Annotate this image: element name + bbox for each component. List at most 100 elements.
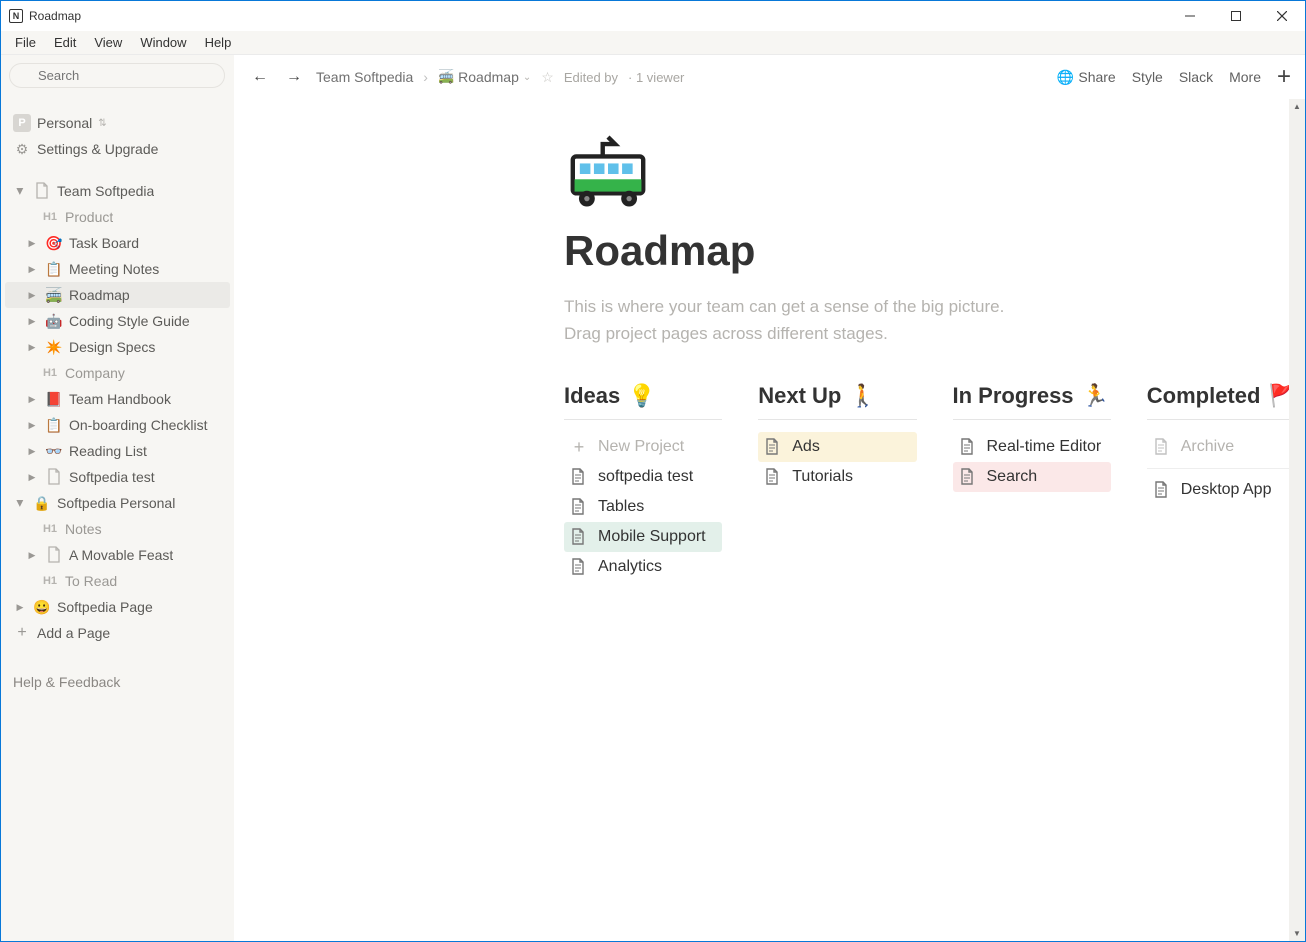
- sidebar-item-reading-list[interactable]: ▶ 👓 Reading List: [5, 438, 230, 464]
- column-header-nextup[interactable]: Next Up 🚶: [758, 383, 916, 420]
- share-button[interactable]: 🌐 Share: [1057, 69, 1116, 86]
- new-page-button[interactable]: +: [1277, 63, 1291, 91]
- breadcrumb-roadmap[interactable]: 🚎 Roadmap ⌄: [438, 69, 531, 85]
- breadcrumb-team[interactable]: Team Softpedia: [316, 69, 413, 85]
- book-icon: 📕: [45, 390, 63, 408]
- chevron-right-icon[interactable]: ▶: [25, 472, 39, 483]
- sidebar-item-roadmap[interactable]: ▶ 🚎 Roadmap: [5, 282, 230, 308]
- sidebar-item-label: Company: [65, 365, 125, 381]
- page-title[interactable]: Roadmap: [564, 227, 1305, 275]
- chevron-down-icon: ⌄: [523, 72, 531, 83]
- window-title: Roadmap: [29, 9, 81, 23]
- page-icon: [1153, 438, 1171, 456]
- sidebar-item-team-handbook[interactable]: ▶ 📕 Team Handbook: [5, 386, 230, 412]
- scroll-down-icon[interactable]: ▼: [1290, 926, 1304, 940]
- h1-icon: H1: [41, 211, 59, 223]
- slack-button[interactable]: Slack: [1179, 69, 1213, 85]
- chevron-right-icon[interactable]: ▶: [25, 550, 39, 561]
- chevron-right-icon[interactable]: ▶: [13, 602, 27, 613]
- sidebar-item-coding-style[interactable]: ▶ 🤖 Coding Style Guide: [5, 308, 230, 334]
- menu-help[interactable]: Help: [197, 33, 240, 52]
- card-ads[interactable]: Ads: [758, 432, 916, 462]
- sidebar-item-softpedia-test[interactable]: ▶ Softpedia test: [5, 464, 230, 490]
- help-feedback[interactable]: Help & Feedback: [5, 674, 230, 690]
- h1-icon: H1: [41, 367, 59, 379]
- column-title: Next Up: [758, 383, 841, 409]
- search-input[interactable]: [9, 63, 225, 88]
- settings-label: Settings & Upgrade: [37, 141, 158, 157]
- plus-icon: +: [570, 437, 588, 458]
- card-realtime-editor[interactable]: Real-time Editor: [953, 432, 1111, 462]
- sidebar-item-team-softpedia[interactable]: ▶ Team Softpedia: [5, 178, 230, 204]
- menu-bar: File Edit View Window Help: [1, 31, 1305, 55]
- add-page[interactable]: + Add a Page: [5, 620, 230, 646]
- chevron-right-icon[interactable]: ▶: [25, 446, 39, 457]
- scroll-up-icon[interactable]: ▲: [1290, 99, 1304, 113]
- app-icon: N: [9, 9, 23, 23]
- chevron-right-icon[interactable]: ▶: [25, 290, 39, 301]
- sidebar-item-label: On-boarding Checklist: [69, 417, 208, 433]
- column-in-progress: In Progress 🏃 Real-time Editor Search: [953, 383, 1111, 582]
- settings-upgrade[interactable]: ⚙ Settings & Upgrade: [5, 136, 230, 162]
- new-project-button[interactable]: + New Project: [564, 432, 722, 462]
- menu-view[interactable]: View: [86, 33, 130, 52]
- card-softpedia-test[interactable]: softpedia test: [564, 462, 722, 492]
- page-icon: [33, 182, 51, 200]
- sidebar-item-label: Softpedia Personal: [57, 495, 175, 511]
- card-analytics[interactable]: Analytics: [564, 552, 722, 582]
- add-page-label: Add a Page: [37, 625, 110, 641]
- card-tutorials[interactable]: Tutorials: [758, 462, 916, 492]
- more-button[interactable]: More: [1229, 69, 1261, 85]
- sidebar-item-softpedia-page[interactable]: ▶ 😀 Softpedia Page: [5, 594, 230, 620]
- sidebar-item-meeting-notes[interactable]: ▶ 📋 Meeting Notes: [5, 256, 230, 282]
- column-header-ideas[interactable]: Ideas 💡: [564, 383, 722, 420]
- chevron-right-icon[interactable]: ▶: [25, 394, 39, 405]
- sidebar-item-task-board[interactable]: ▶ 🎯 Task Board: [5, 230, 230, 256]
- workspace-switcher[interactable]: P Personal ⇅: [5, 110, 230, 136]
- maximize-button[interactable]: [1213, 1, 1259, 31]
- star-icon[interactable]: ☆: [541, 69, 554, 86]
- card-desktop-app[interactable]: Desktop App: [1147, 475, 1305, 505]
- sidebar-item-label: Meeting Notes: [69, 261, 159, 277]
- card-tables[interactable]: Tables: [564, 492, 722, 522]
- menu-window[interactable]: Window: [132, 33, 194, 52]
- top-bar: ← → Team Softpedia › 🚎 Roadmap ⌄ ☆ Edite…: [234, 55, 1305, 99]
- style-button[interactable]: Style: [1132, 69, 1163, 85]
- minimize-button[interactable]: [1167, 1, 1213, 31]
- sidebar-item-movable-feast[interactable]: ▶ A Movable Feast: [5, 542, 230, 568]
- sidebar-item-softpedia-personal[interactable]: ▶ 🔒 Softpedia Personal: [5, 490, 230, 516]
- chevron-right-icon[interactable]: ▶: [25, 316, 39, 327]
- menu-edit[interactable]: Edit: [46, 33, 84, 52]
- sidebar-item-design-specs[interactable]: ▶ ✴️ Design Specs: [5, 334, 230, 360]
- card-archive[interactable]: Archive: [1147, 432, 1305, 462]
- breadcrumb-label: Team Softpedia: [316, 69, 413, 85]
- close-button[interactable]: [1259, 1, 1305, 31]
- edited-by-label: Edited by: [564, 70, 618, 85]
- sidebar-item-label: To Read: [65, 573, 117, 589]
- card-mobile-support[interactable]: Mobile Support: [564, 522, 722, 552]
- page-description[interactable]: This is where your team can get a sense …: [564, 293, 1305, 347]
- chevron-right-icon[interactable]: ▶: [25, 420, 39, 431]
- sidebar-item-product[interactable]: H1 Product: [5, 204, 230, 230]
- scrollbar-track[interactable]: [1289, 99, 1305, 941]
- chevron-down-icon[interactable]: ▶: [15, 496, 26, 510]
- column-ideas: Ideas 💡 + New Project softpedia test: [564, 383, 722, 582]
- sidebar-item-company[interactable]: H1 Company: [5, 360, 230, 386]
- column-header-inprogress[interactable]: In Progress 🏃: [953, 383, 1111, 420]
- chevron-down-icon[interactable]: ▶: [15, 184, 26, 198]
- menu-file[interactable]: File: [7, 33, 44, 52]
- nav-back-icon[interactable]: ←: [248, 66, 272, 88]
- chevron-updown-icon: ⇅: [98, 118, 106, 129]
- chevron-right-icon[interactable]: ▶: [25, 264, 39, 275]
- sidebar-item-to-read[interactable]: H1 To Read: [5, 568, 230, 594]
- card-search[interactable]: Search: [953, 462, 1111, 492]
- chevron-right-icon[interactable]: ▶: [25, 238, 39, 249]
- chevron-right-icon[interactable]: ▶: [25, 342, 39, 353]
- sidebar-item-onboarding[interactable]: ▶ 📋 On-boarding Checklist: [5, 412, 230, 438]
- page-cover-icon[interactable]: [564, 135, 652, 213]
- notes-icon: 📋: [45, 260, 63, 278]
- nav-forward-icon[interactable]: →: [282, 66, 306, 88]
- card-label: Ads: [792, 438, 820, 456]
- column-header-completed[interactable]: Completed 🚩: [1147, 383, 1305, 420]
- sidebar-item-notes[interactable]: H1 Notes: [5, 516, 230, 542]
